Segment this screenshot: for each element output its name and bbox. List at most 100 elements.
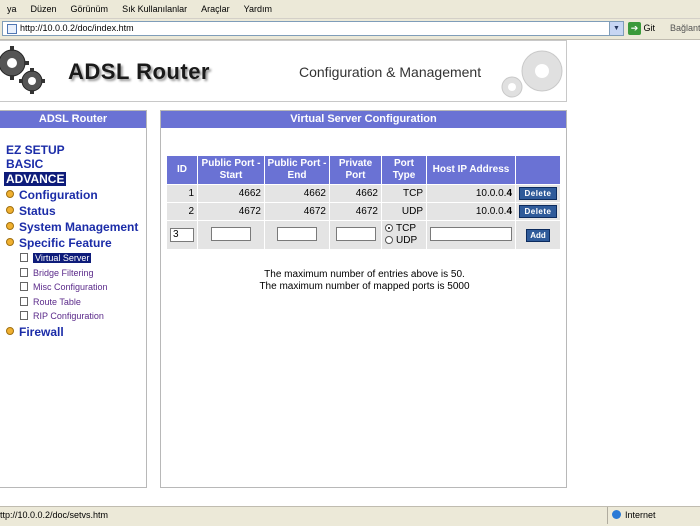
menu-view[interactable]: Görünüm xyxy=(64,4,116,14)
radio-udp-label: UDP xyxy=(396,235,418,246)
gears-icon xyxy=(0,46,45,94)
nav-item-label: Virtual Server xyxy=(33,253,92,263)
cell-new-end xyxy=(265,221,329,249)
host-ip-last: 4 xyxy=(506,188,512,199)
nav-item-label: Misc Configuration xyxy=(33,282,108,292)
nav-folder-status[interactable]: Status xyxy=(6,204,56,218)
nav-item-route-table[interactable]: Route Table xyxy=(20,297,81,307)
radio-unselected-icon xyxy=(385,236,393,244)
folder-icon xyxy=(6,206,14,214)
folder-label: Firewall xyxy=(19,325,64,339)
cell-new-action: Add xyxy=(516,221,560,249)
max-ports-note: The maximum number of mapped ports is 50… xyxy=(259,281,470,292)
delete-button[interactable]: Delete xyxy=(519,205,557,218)
nav-advance[interactable]: ADVANCE xyxy=(4,172,67,186)
table-row: 2 4672 4672 4672 UDP 10.0.0.4 Delete xyxy=(167,203,560,220)
folder-label: Specific Feature xyxy=(19,236,112,250)
col-header-public-start: Public Port - Start xyxy=(198,156,264,184)
nav-item-label: RIP Configuration xyxy=(33,311,104,321)
max-entries-note: The maximum number of entries above is 5… xyxy=(264,269,465,280)
nav-item-label: Route Table xyxy=(33,297,81,307)
nav-folder-system-management[interactable]: System Management xyxy=(6,220,138,234)
cell-new-id: 3 xyxy=(167,221,197,249)
cell-public-start: 4672 xyxy=(198,203,264,220)
folder-label: Configuration xyxy=(19,188,98,202)
menu-tools[interactable]: Araçlar xyxy=(194,4,237,14)
cell-new-type: TCP UDP xyxy=(382,221,426,249)
cell-action: Delete xyxy=(516,203,560,220)
col-header-host-ip: Host IP Address xyxy=(427,156,515,184)
nav-folder-configuration[interactable]: Configuration xyxy=(6,188,98,202)
radio-selected-icon xyxy=(385,224,393,232)
go-arrow-icon: ➔ xyxy=(628,22,641,36)
menu-help[interactable]: Yardım xyxy=(237,4,279,14)
brand-title: ADSL Router xyxy=(68,59,210,84)
table-header-row: ID Public Port - Start Public Port - End… xyxy=(167,156,560,184)
virtual-server-table: ID Public Port - Start Public Port - End… xyxy=(166,155,561,250)
document-icon xyxy=(20,268,28,277)
nav-folder-firewall[interactable]: Firewall xyxy=(6,325,64,339)
nav-basic[interactable]: BASIC xyxy=(6,157,43,171)
page-icon xyxy=(7,23,17,34)
browser-status-bar: ttp://10.0.0.2/doc/setvs.htm Internet xyxy=(0,506,700,526)
header-subtitle: Configuration & Management xyxy=(299,64,482,80)
sidebar-nav: EZ SETUP BASIC ADVANCE Configuration Sta… xyxy=(0,111,147,489)
cell-action: Delete xyxy=(516,185,560,202)
folder-label: System Management xyxy=(19,220,139,234)
go-label: Git xyxy=(643,23,656,33)
cell-port-type: UDP xyxy=(382,203,426,220)
cell-host-ip: 10.0.0.4 xyxy=(427,185,515,202)
cell-new-host xyxy=(427,221,515,249)
host-ip-input[interactable] xyxy=(430,226,512,241)
router-header: ADSL Router Configuration & Management xyxy=(0,40,567,102)
nav-item-virtual-server[interactable]: Virtual Server xyxy=(20,253,92,263)
address-bar: http://10.0.0.2/doc/index.htm ▼ ➔ Git Ba… xyxy=(0,19,700,40)
links-button[interactable]: Bağlantı xyxy=(670,21,700,36)
public-start-input[interactable] xyxy=(211,226,251,241)
menu-edit[interactable]: Düzen xyxy=(24,4,64,14)
col-header-port-type: Port Type xyxy=(382,156,426,184)
document-icon xyxy=(20,311,28,320)
status-url: ttp://10.0.0.2/doc/setvs.htm xyxy=(0,510,109,520)
folder-icon xyxy=(6,327,14,335)
radio-udp[interactable]: UDP xyxy=(385,235,423,247)
document-icon xyxy=(20,282,28,291)
cell-new-start xyxy=(198,221,264,249)
cell-port-type: TCP xyxy=(382,185,426,202)
cell-public-end: 4672 xyxy=(265,203,329,220)
private-port-input[interactable] xyxy=(335,226,376,241)
host-ip-prefix: 10.0.0. xyxy=(475,206,507,217)
nav-folder-specific-feature[interactable]: Specific Feature xyxy=(6,236,112,250)
menu-file[interactable]: ya xyxy=(0,4,24,14)
public-end-input[interactable] xyxy=(277,226,317,241)
go-button[interactable]: ➔ Git xyxy=(628,21,655,36)
nav-item-misc-configuration[interactable]: Misc Configuration xyxy=(20,282,108,292)
cell-id: 2 xyxy=(167,203,197,220)
zone-label: Internet xyxy=(625,510,656,520)
cell-public-end: 4662 xyxy=(265,185,329,202)
folder-label: Status xyxy=(19,204,56,218)
address-input[interactable]: http://10.0.0.2/doc/index.htm ▼ xyxy=(2,21,624,36)
chevron-down-icon[interactable]: ▼ xyxy=(609,22,623,35)
main-title: Virtual Server Configuration xyxy=(161,111,566,128)
sidebar: ADSL Router EZ SETUP BASIC ADVANCE Confi… xyxy=(0,110,147,488)
id-input[interactable]: 3 xyxy=(170,228,194,242)
menu-favorites[interactable]: Sık Kullanılanlar xyxy=(115,4,194,14)
radio-tcp[interactable]: TCP xyxy=(385,223,423,235)
folder-icon xyxy=(6,222,14,230)
cell-public-start: 4662 xyxy=(198,185,264,202)
delete-button[interactable]: Delete xyxy=(519,187,557,200)
folder-icon xyxy=(6,238,14,246)
add-button[interactable]: Add xyxy=(526,228,550,242)
col-header-action xyxy=(516,156,560,184)
nav-ez-setup[interactable]: EZ SETUP xyxy=(6,143,65,157)
nav-item-bridge-filtering[interactable]: Bridge Filtering xyxy=(20,268,94,278)
address-url: http://10.0.0.2/doc/index.htm xyxy=(20,23,134,33)
folder-icon xyxy=(6,190,14,198)
main-panel: Virtual Server Configuration ID Public P… xyxy=(160,110,567,488)
host-ip-prefix: 10.0.0. xyxy=(475,188,507,199)
nav-item-rip-configuration[interactable]: RIP Configuration xyxy=(20,311,104,321)
col-header-private-port: Private Port xyxy=(330,156,381,184)
gears-watermark-icon xyxy=(501,50,563,98)
cell-new-private xyxy=(330,221,381,249)
